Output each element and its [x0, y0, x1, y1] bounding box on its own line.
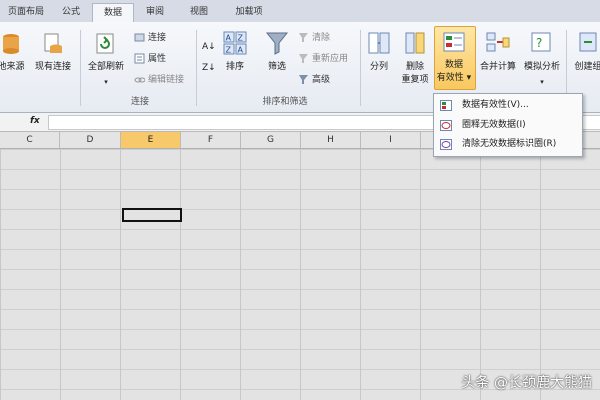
tab-review[interactable]: 审阅 [136, 3, 174, 22]
data-validation-menu: 数据有效性(V)... 圈释无效数据(I) 清除无效数据标识圈(R) [433, 93, 583, 157]
sort-az-icon: A↓ Z↓ [202, 42, 216, 73]
watermark: 头条 @长颈鹿大熊猫 [461, 375, 592, 391]
data-validation-icon [443, 32, 465, 52]
link-icon [134, 33, 145, 42]
column-header-f[interactable]: F [181, 132, 241, 148]
clear-circles-icon [440, 139, 452, 150]
svg-text:Z: Z [238, 34, 244, 43]
column-header-i[interactable]: I [361, 132, 421, 148]
menu-item-circle-invalid[interactable]: 圈释无效数据(I) [434, 116, 582, 135]
group-separator [196, 30, 197, 106]
advanced-filter-button[interactable]: 高级 [298, 72, 330, 88]
tab-data[interactable]: 数据 [92, 3, 134, 24]
clear-filter-button[interactable]: 清除 [298, 30, 330, 46]
chevron-down-icon: ▾ [104, 78, 108, 86]
sort-filter-group-label: 排序和筛选 [262, 97, 308, 107]
refresh-icon [96, 33, 114, 54]
svg-text:A↓: A↓ [202, 42, 216, 52]
edit-links-button[interactable]: 编辑链接 [134, 72, 184, 88]
data-validation-icon [440, 100, 452, 111]
group-button[interactable]: 创建组 [568, 30, 600, 72]
svg-text:A: A [238, 46, 244, 55]
ribbon-tab-bar: 页面布局 公式 数据 审阅 视图 加载项 [0, 0, 600, 24]
remove-duplicates-icon [405, 32, 425, 54]
column-header-e[interactable]: E [121, 132, 181, 148]
consolidate-icon [486, 32, 510, 52]
properties-button[interactable]: 属性 [134, 51, 166, 67]
svg-text:A: A [226, 34, 232, 43]
circle-invalid-icon [440, 120, 452, 131]
column-header-g[interactable]: G [241, 132, 301, 148]
tab-formulas[interactable]: 公式 [52, 3, 90, 22]
svg-text:?: ? [536, 36, 542, 50]
tab-page-layout[interactable]: 页面布局 [0, 3, 52, 22]
what-if-icon: ? [531, 32, 551, 52]
tab-view[interactable]: 视图 [180, 3, 218, 22]
group-icon [579, 32, 597, 52]
insert-function-button[interactable]: fx [30, 116, 40, 126]
tab-addins[interactable]: 加载项 [224, 3, 274, 22]
data-validation-button[interactable]: 数据 有效性 ▾ [434, 30, 474, 83]
chevron-down-icon: ▾ [540, 78, 544, 86]
clear-filter-icon [299, 33, 308, 42]
existing-connections-button[interactable]: 现有连接 [32, 32, 74, 72]
connections-button[interactable]: 连接 [134, 30, 166, 46]
text-to-columns-button[interactable]: 分列 [364, 30, 394, 72]
what-if-analysis-button[interactable]: ? 模拟分析 ▾ [520, 30, 564, 86]
chevron-down-icon: ▾ [463, 73, 472, 83]
from-other-sources-button[interactable]: 他来源 [0, 32, 28, 72]
svg-text:Z↓: Z↓ [202, 63, 216, 73]
reapply-button[interactable]: 重新应用 [298, 51, 348, 67]
remove-duplicates-button[interactable]: 删除 重复项 [398, 30, 432, 85]
properties-icon [134, 53, 145, 64]
filter-button[interactable]: 筛选 [260, 30, 294, 72]
group-separator [80, 30, 81, 106]
database-icon [3, 34, 19, 54]
sort-ascending-button[interactable]: A↓ Z↓ [200, 38, 218, 81]
svg-text:Z: Z [226, 46, 232, 55]
worksheet-grid[interactable] [0, 149, 600, 400]
consolidate-button[interactable]: 合并计算 [476, 30, 520, 72]
sort-dialog-icon: A ZZ A [223, 31, 247, 55]
refresh-all-button[interactable]: 全部刷新 ▾ [84, 32, 128, 86]
menu-item-clear-circles[interactable]: 清除无效数据标识圈(R) [434, 135, 582, 154]
sort-button[interactable]: AZZA 排序 [220, 30, 250, 72]
column-header-d[interactable]: D [60, 132, 121, 148]
group-separator [360, 30, 361, 106]
column-header-h[interactable]: H [301, 132, 361, 148]
active-cell[interactable] [122, 208, 182, 222]
funnel-icon [265, 32, 289, 55]
menu-item-data-validation[interactable]: 数据有效性(V)... [434, 96, 582, 115]
columns-icon [368, 32, 390, 54]
reapply-icon [299, 54, 308, 63]
column-header-c[interactable]: C [0, 132, 60, 148]
document-database-icon [44, 33, 62, 53]
chain-icon [134, 77, 146, 83]
connections-group-label: 连接 [130, 97, 149, 107]
advanced-filter-icon [299, 75, 308, 84]
